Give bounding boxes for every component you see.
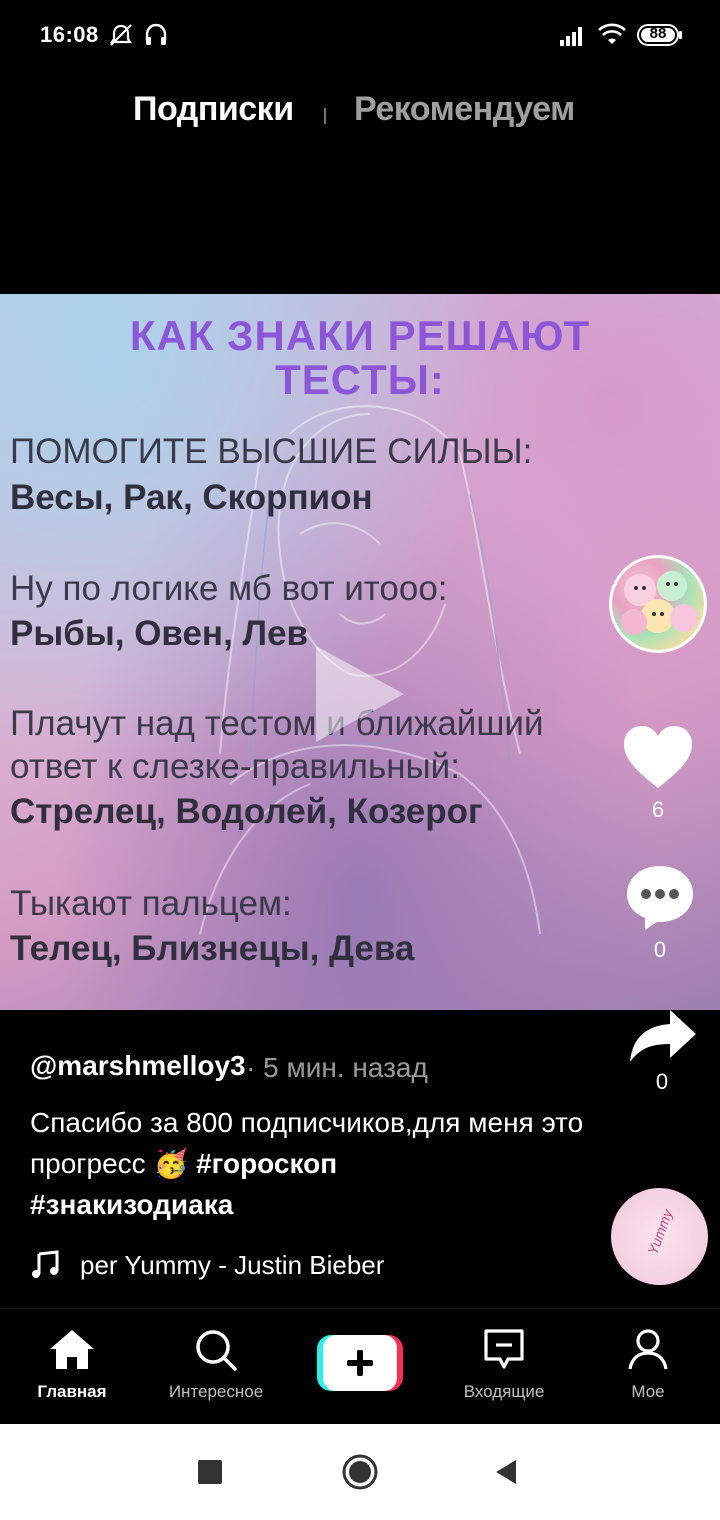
home-icon (50, 1330, 94, 1369)
search-icon (196, 1330, 237, 1371)
post-caption[interactable]: Спасибо за 800 подписчиков,для меня это … (30, 1102, 590, 1225)
video-text-line: Стрелец, Водолей, Козерог (10, 792, 483, 831)
music-disc[interactable]: Yummy (611, 1188, 708, 1285)
inbox-icon (484, 1329, 524, 1369)
hashtag-horoscope[interactable]: #гороскоп (196, 1148, 337, 1179)
nav-profile[interactable]: Мое (583, 1327, 713, 1402)
status-time: 16:08 (40, 22, 99, 47)
video-text-line: Тыкают пальцем: (10, 884, 292, 923)
video-text-line: Весы, Рак, Скорпион (10, 478, 373, 517)
nav-discover[interactable]: Интересное (151, 1327, 281, 1402)
plus-icon (317, 1335, 403, 1391)
battery-icon: 88 (637, 24, 683, 52)
recents-icon[interactable] (197, 1459, 223, 1485)
heart-icon (624, 726, 692, 788)
post-time: · 5 мин. назад (246, 1052, 428, 1083)
share-arrow-icon (630, 1010, 696, 1062)
music-info[interactable]: per Yummy - Justin Bieber (30, 1248, 410, 1282)
video-title-line1: КАК ЗНАКИ РЕШАЮТ (129, 312, 591, 359)
nav-home-label: Главная (37, 1382, 107, 1401)
comment-icon (627, 866, 693, 930)
status-bar: 16:08 88 (0, 0, 720, 72)
music-disc-label: Yummy (644, 1207, 676, 1257)
nav-profile-label: Мое (631, 1382, 665, 1401)
nav-discover-label: Интересное (168, 1382, 264, 1401)
alarm-off-icon (108, 22, 134, 54)
hashtag-zodiac[interactable]: #знакизодиака (30, 1189, 233, 1220)
marshmallow-avatar-image (621, 571, 698, 635)
nav-inbox[interactable]: Входящие (439, 1327, 569, 1402)
like-button[interactable]: 6 (618, 722, 698, 823)
tab-for-you[interactable]: Рекомендуем (354, 90, 575, 129)
home-circle-icon[interactable] (340, 1452, 380, 1492)
music-note-icon (32, 1250, 59, 1278)
profile-icon (628, 1329, 668, 1370)
video-player[interactable]: КАК ЗНАКИ РЕШАЮТ ТЕСТЫ: ПОМОГИТЕ ВЫСШИЕ … (0, 294, 720, 1010)
like-count: 6 (651, 797, 665, 822)
nav-inbox-label: Входящие (463, 1382, 545, 1401)
video-text-line: Рыбы, Овен, Лев (10, 614, 309, 653)
post-username[interactable]: @marshmelloy3 (30, 1050, 246, 1082)
creator-avatar[interactable] (609, 555, 707, 653)
back-icon[interactable] (492, 1458, 520, 1486)
signal-icon (558, 22, 588, 54)
feed-tabs: Подписки Рекомендуем (0, 80, 720, 144)
comment-button[interactable]: 0 (620, 862, 700, 963)
video-text-line: Плачут над тестом и ближайший (10, 704, 544, 743)
bottom-navigation: Главная Интересное Входящие Мое (0, 1308, 720, 1424)
music-title: per Yummy - Justin Bieber (80, 1250, 385, 1280)
create-button[interactable] (317, 1335, 403, 1391)
tab-divider (324, 108, 326, 124)
video-title-line2: ТЕСТЫ: (275, 356, 445, 403)
video-text-line: ПОМОГИТЕ ВЫСШИЕ СИЛЫЫ: (10, 432, 533, 471)
video-text-line: Телец, Близнецы, Дева (10, 929, 415, 968)
headphones-icon (143, 22, 169, 54)
comment-count: 0 (653, 937, 667, 962)
battery-level: 88 (649, 25, 667, 42)
share-button[interactable]: 0 (622, 1006, 702, 1095)
play-icon[interactable] (296, 634, 416, 754)
video-title: КАК ЗНАКИ РЕШАЮТ ТЕСТЫ: (0, 314, 720, 402)
share-count: 0 (655, 1069, 669, 1094)
system-navigation-bar (0, 1424, 720, 1520)
nav-home[interactable]: Главная (7, 1327, 137, 1402)
video-text-line: Ну по логике мб вот итооо: (10, 569, 448, 608)
tab-following[interactable]: Подписки (133, 90, 294, 129)
wifi-icon (597, 22, 627, 54)
